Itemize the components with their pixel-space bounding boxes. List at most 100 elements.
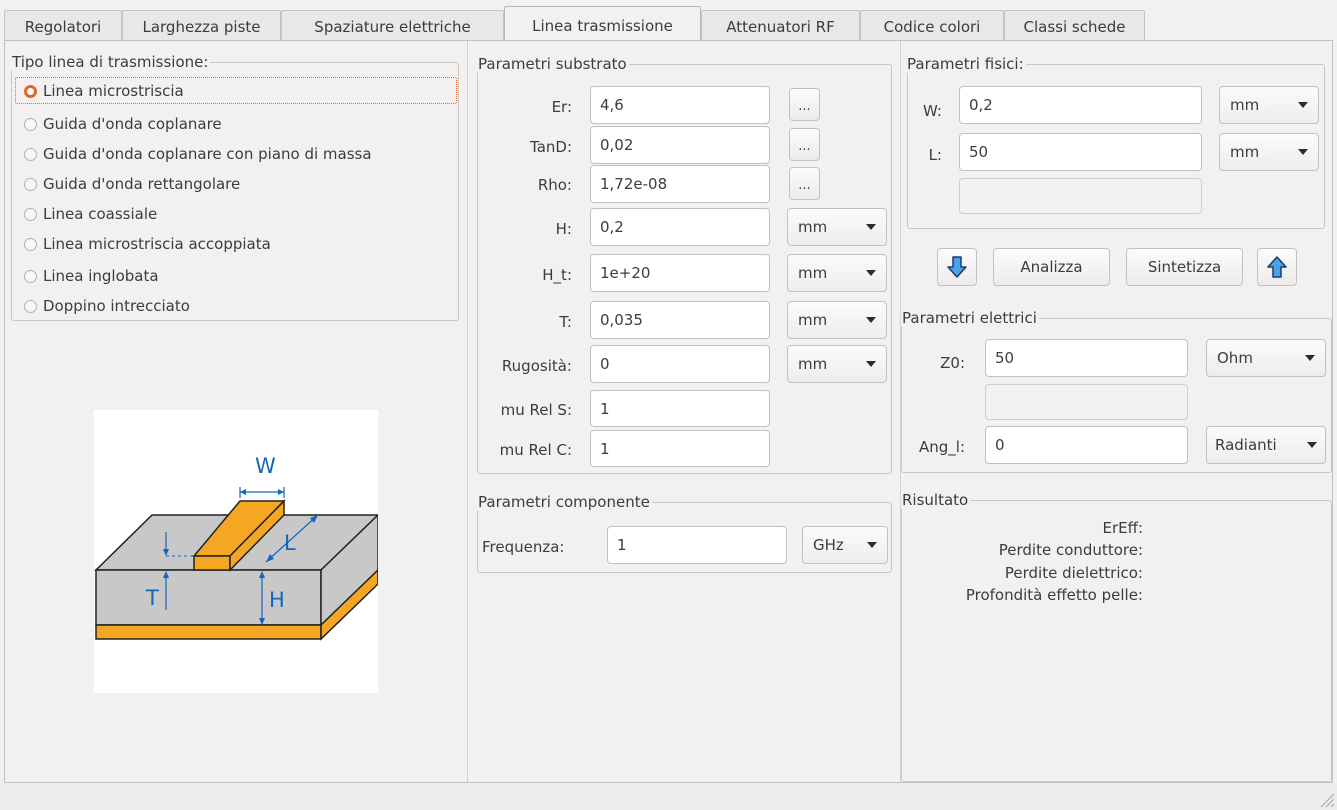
tab-label: Codice colori: [883, 18, 981, 36]
result-title: Risultato: [901, 491, 971, 509]
radio-microstriscia-accoppiata[interactable]: Linea microstriscia accoppiata: [15, 230, 271, 258]
radio-linea-inglobata[interactable]: Linea inglobata: [15, 262, 159, 290]
frequency-label: Frequenza:: [482, 538, 565, 556]
unit-label: mm: [798, 355, 828, 373]
mu-c-input[interactable]: 1: [590, 430, 770, 467]
l-value: 50: [969, 143, 989, 161]
ang-value: 0: [995, 436, 1005, 454]
z0-unit-select[interactable]: Ohm: [1206, 339, 1326, 377]
rho-browse-button[interactable]: ...: [789, 167, 820, 200]
er-browse-button[interactable]: ...: [789, 88, 820, 121]
radio-checked-icon: [24, 84, 37, 98]
synthesize-up-button[interactable]: [1257, 248, 1297, 286]
chevron-down-icon: [867, 542, 877, 548]
rough-value: 0: [600, 355, 610, 373]
h-input[interactable]: 0,2: [590, 208, 770, 246]
tand-browse-button[interactable]: ...: [789, 128, 820, 161]
unit-label: mm: [1230, 143, 1260, 161]
w-unit-select[interactable]: mm: [1219, 86, 1319, 124]
radio-label: Linea coassiale: [43, 205, 158, 223]
frequency-input[interactable]: 1: [607, 526, 787, 564]
resize-grip-icon[interactable]: [1317, 790, 1335, 808]
radio-icon: [24, 177, 37, 191]
tand-input[interactable]: 0,02: [590, 126, 770, 164]
frequency-unit-select[interactable]: GHz: [802, 526, 888, 564]
unit-label: mm: [1230, 96, 1260, 114]
chevron-down-icon: [1298, 149, 1308, 155]
t-unit-select[interactable]: mm: [787, 301, 887, 339]
rough-label: Rugosità:: [501, 357, 572, 375]
unit-label: GHz: [813, 536, 844, 554]
electrical-title: Parametri elettrici: [901, 309, 1039, 327]
rho-label: Rho:: [537, 176, 572, 194]
tab-linea-trasmissione[interactable]: Linea trasmissione: [504, 6, 701, 44]
radio-doppino-intrecciato[interactable]: Doppino intrecciato: [15, 292, 190, 320]
h-param-label: H:: [555, 220, 572, 238]
unit-label: mm: [798, 218, 828, 236]
unit-label: mm: [798, 311, 828, 329]
rough-input[interactable]: 0: [590, 345, 770, 383]
l-param-label: L:: [928, 146, 942, 164]
radio-icon: [24, 117, 37, 131]
tab-larghezza-piste[interactable]: Larghezza piste: [122, 10, 281, 43]
radio-linea-microstriscia[interactable]: Linea microstriscia: [15, 77, 184, 105]
chevron-down-icon: [866, 361, 876, 367]
tab-regolatori[interactable]: Regolatori: [4, 10, 122, 43]
er-input[interactable]: 4,6: [590, 86, 770, 124]
tab-spaziature-elettriche[interactable]: Spaziature elettriche: [281, 10, 504, 43]
result-label-conductor-loss: Perdite conduttore:: [998, 541, 1143, 559]
tab-attenuatori-rf[interactable]: Attenuatori RF: [701, 10, 860, 43]
component-title: Parametri componente: [477, 493, 652, 511]
t-param-label: T:: [559, 313, 572, 331]
ellipsis-label: ...: [798, 178, 811, 193]
tab-label: Regolatori: [24, 18, 102, 36]
radio-linea-coassiale[interactable]: Linea coassiale: [15, 200, 157, 228]
w-param-label: W:: [922, 102, 942, 120]
radio-icon: [24, 147, 37, 161]
ellipsis-label: ...: [798, 99, 811, 114]
rho-value: 1,72e-08: [600, 175, 668, 193]
unit-label: Ohm: [1217, 349, 1253, 367]
radio-guida-coplanare[interactable]: Guida d'onda coplanare: [15, 110, 222, 138]
unit-label: Radianti: [1215, 436, 1277, 454]
tab-classi-schede[interactable]: Classi schede: [1004, 10, 1145, 43]
w-input[interactable]: 0,2: [959, 86, 1202, 124]
radio-icon: [24, 237, 37, 251]
chevron-down-icon: [1305, 355, 1315, 361]
radio-guida-rettangolare[interactable]: Guida d'onda rettangolare: [15, 170, 240, 198]
rough-unit-select[interactable]: mm: [787, 345, 887, 383]
tab-label: Spaziature elettriche: [314, 18, 471, 36]
h-unit-select[interactable]: mm: [787, 208, 887, 246]
tab-label: Attenuatori RF: [726, 18, 835, 36]
l-input[interactable]: 50: [959, 133, 1202, 171]
h-t-input[interactable]: 1e+20: [590, 254, 770, 292]
w-value: 0,2: [969, 96, 993, 114]
status-bar: [0, 783, 1337, 810]
unit-label: mm: [798, 264, 828, 282]
chevron-down-icon: [1307, 442, 1317, 448]
synthesize-button[interactable]: Sintetizza: [1126, 248, 1243, 286]
rho-input[interactable]: 1,72e-08: [590, 165, 770, 203]
line-type-title: Tipo linea di trasmissione:: [11, 53, 211, 71]
ang-unit-select[interactable]: Radianti: [1206, 426, 1326, 464]
microstrip-drawing: W L T H: [94, 454, 380, 641]
radio-guida-coplanare-massa[interactable]: Guida d'onda coplanare con piano di mass…: [15, 140, 372, 168]
analyze-down-button[interactable]: [937, 248, 977, 286]
mu-s-input[interactable]: 1: [590, 390, 770, 427]
l-unit-select[interactable]: mm: [1219, 133, 1319, 171]
tab-label: Larghezza piste: [142, 18, 261, 36]
analyze-button[interactable]: Analizza: [993, 248, 1110, 286]
tab-label: Classi schede: [1023, 18, 1126, 36]
result-label-dielectric-loss: Perdite dielettrico:: [1004, 564, 1143, 582]
t-input[interactable]: 0,035: [590, 301, 770, 339]
tab-codice-colori[interactable]: Codice colori: [860, 10, 1004, 43]
physical-title: Parametri fisici:: [906, 55, 1026, 73]
z0-input[interactable]: 50: [985, 339, 1188, 377]
h-t-unit-select[interactable]: mm: [787, 254, 887, 292]
radio-label: Linea inglobata: [43, 267, 159, 285]
ang-input[interactable]: 0: [985, 426, 1188, 464]
substrate-title: Parametri substrato: [477, 55, 629, 73]
radio-icon: [24, 299, 37, 313]
mu-c-label: mu Rel C:: [499, 441, 572, 459]
tab-bar: Regolatori Larghezza piste Spaziature el…: [0, 4, 1337, 44]
